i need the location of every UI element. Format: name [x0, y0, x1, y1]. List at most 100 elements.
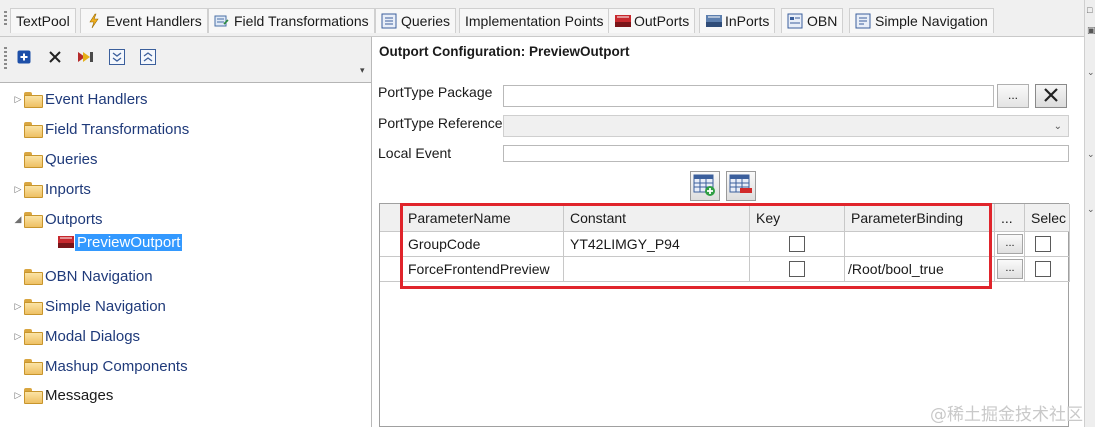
key-checkbox[interactable] [789, 261, 805, 277]
porttype-package-input[interactable] [503, 85, 994, 107]
header-parameterbinding[interactable]: ParameterBinding [845, 204, 995, 232]
folder-icon [24, 269, 43, 285]
tab-label: OutPorts [634, 13, 690, 29]
tree-item-label: Messages [45, 386, 114, 404]
select-checkbox[interactable] [1035, 236, 1051, 252]
remove-row-button[interactable] [726, 171, 756, 201]
collapsed-arrow-icon[interactable]: ▷ [12, 300, 24, 312]
tree-item-label: Field Transformations [45, 120, 190, 138]
outport-configuration-panel: Outport Configuration: PreviewOutport Po… [372, 37, 1084, 427]
tab-label: OBN [807, 13, 838, 29]
grid-corner-cell [380, 204, 402, 232]
porttype-package-browse-button[interactable]: ... [997, 84, 1029, 108]
sync-icon [77, 49, 95, 68]
porttype-reference-select[interactable]: ⌄ [503, 115, 1069, 137]
tree-item-mashup-components[interactable]: Mashup Components [24, 355, 188, 377]
strip-chevron-icon: ⌄ [1087, 204, 1095, 214]
obn-icon [787, 13, 803, 29]
expand-all-button[interactable] [106, 47, 128, 69]
tab-simple-navigation[interactable]: Simple Navigation [849, 8, 994, 33]
toolbar-overflow-icon[interactable]: ▾ [360, 65, 365, 76]
header-constant[interactable]: Constant [564, 204, 750, 232]
tree-item-outports[interactable]: ◢ Outports [12, 208, 103, 230]
collapse-all-button[interactable] [137, 47, 159, 69]
cell-constant[interactable]: YT42LIMGY_P94 [564, 232, 750, 257]
porttype-package-clear-button[interactable] [1035, 84, 1067, 108]
folder-icon [24, 92, 43, 108]
collapsed-arrow-icon[interactable]: ▷ [12, 330, 24, 342]
folder-icon [24, 329, 43, 345]
tree-item-obn-navigation[interactable]: OBN Navigation [24, 265, 153, 287]
tab-label: Field Transformations [234, 13, 369, 29]
tab-field-transformations[interactable]: Field Transformations [208, 8, 375, 33]
tab-textpool[interactable]: TextPool [10, 8, 76, 33]
tree-item-inports[interactable]: ▷ Inports [12, 178, 91, 200]
parameter-grid: ParameterName Constant Key ParameterBind… [379, 203, 1070, 427]
binding-browse-button[interactable]: ... [997, 259, 1023, 279]
tree-item-field-transformations[interactable]: Field Transformations [24, 118, 189, 140]
tree-item-previewoutport[interactable]: PreviewOutport [57, 231, 183, 253]
header-ellipsis[interactable]: ... [995, 204, 1025, 232]
row-header[interactable] [380, 232, 402, 257]
remove-row-icon [729, 173, 753, 200]
add-row-icon [693, 173, 717, 200]
tree-item-label: OBN Navigation [45, 267, 153, 285]
tree-item-modal-dialogs[interactable]: ▷ Modal Dialogs [12, 325, 140, 347]
key-checkbox[interactable] [789, 236, 805, 252]
cell-select [1025, 232, 1070, 257]
tree-item-label: Event Handlers [45, 90, 148, 108]
porttype-reference-label: PortType Reference [378, 115, 503, 131]
tree-item-label: Outports [45, 210, 103, 228]
tree-item-label: PreviewOutport [75, 233, 183, 251]
add-row-button[interactable] [690, 171, 720, 201]
header-key[interactable]: Key [750, 204, 845, 232]
strip-chevron-icon: ⌄ [1087, 149, 1095, 159]
collapsed-arrow-icon[interactable]: ▷ [12, 93, 24, 105]
expanded-arrow-icon[interactable]: ◢ [12, 213, 24, 225]
delete-button[interactable] [44, 47, 66, 69]
tree-item-queries[interactable]: Queries [24, 148, 98, 170]
tree-item-messages[interactable]: ▷ Messages [12, 384, 113, 406]
tree-item-simple-navigation[interactable]: ▷ Simple Navigation [12, 295, 166, 317]
right-edge-strip: □ ▣ ⌄ ⌄ ⌄ [1084, 0, 1095, 427]
collapsed-arrow-icon[interactable]: ▷ [12, 389, 24, 401]
tab-queries[interactable]: Queries [375, 8, 457, 33]
collapsed-arrow-icon[interactable]: ▷ [12, 183, 24, 195]
document-tab-bar: TextPool Event Handlers Field Transforma… [0, 0, 1084, 37]
tab-obn[interactable]: OBN [781, 8, 844, 33]
navigation-pane: ▾ ▷ Event Handlers Field Transformations… [0, 37, 372, 427]
strip-pin-icon[interactable]: ▣ [1087, 26, 1095, 35]
folder-icon [24, 182, 43, 198]
tab-bar-grip[interactable] [4, 11, 7, 27]
tree-item-label: Mashup Components [45, 357, 188, 375]
header-parametername[interactable]: ParameterName [402, 204, 564, 232]
tab-label: Simple Navigation [875, 13, 988, 29]
select-checkbox[interactable] [1035, 261, 1051, 277]
tree-item-event-handlers[interactable]: ▷ Event Handlers [12, 88, 148, 110]
cell-parameterbinding[interactable]: /Root/bool_true [845, 257, 995, 282]
tree-item-label: Modal Dialogs [45, 327, 141, 345]
sync-button[interactable] [75, 47, 97, 69]
cell-constant[interactable] [564, 257, 750, 282]
tree-item-label: Queries [45, 150, 98, 168]
tab-outports[interactable]: OutPorts [608, 8, 696, 33]
cell-parameterbinding[interactable] [845, 232, 995, 257]
add-button[interactable] [13, 47, 35, 69]
binding-browse-button[interactable]: ... [997, 234, 1023, 254]
outports-icon [614, 13, 631, 29]
cell-parametername[interactable]: GroupCode [402, 232, 564, 257]
row-header[interactable] [380, 257, 402, 282]
queries-icon [381, 13, 397, 29]
cell-parametername[interactable]: ForceFrontendPreview [402, 257, 564, 282]
tab-label: Queries [401, 13, 451, 29]
local-event-input[interactable] [503, 145, 1069, 162]
local-event-label: Local Event [378, 145, 452, 161]
tab-implementation-points[interactable]: Implementation Points [459, 8, 610, 33]
strip-chevron-icon: ⌄ [1087, 67, 1095, 77]
header-select[interactable]: Selec [1025, 204, 1070, 232]
inports-icon [705, 13, 722, 29]
toolbar-grip[interactable] [4, 47, 7, 69]
tab-event-handlers[interactable]: Event Handlers [80, 8, 208, 33]
tab-inports[interactable]: InPorts [699, 8, 776, 33]
outport-icon [57, 234, 75, 250]
